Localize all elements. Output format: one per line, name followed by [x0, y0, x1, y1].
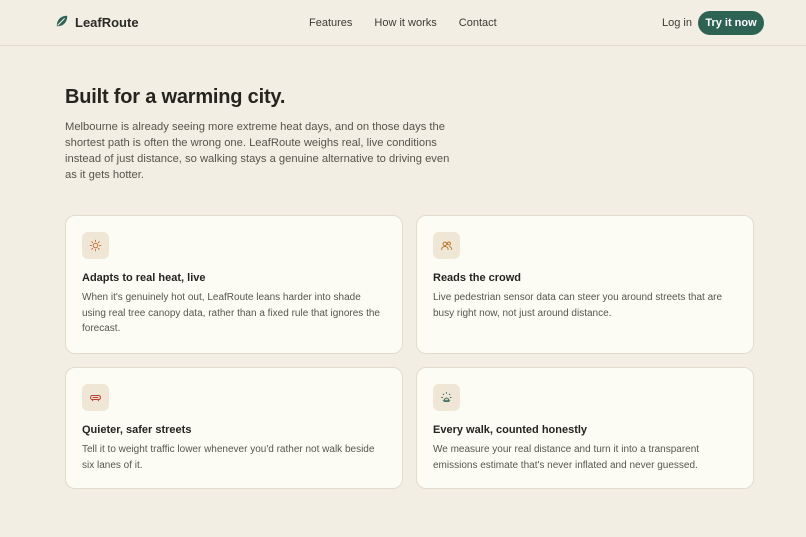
leaf-icon [55, 14, 69, 31]
nav-link-contact[interactable]: Contact [459, 17, 497, 29]
feature-card-crowd: Reads the crowd Live pedestrian sensor d… [416, 215, 754, 354]
people-icon [433, 232, 460, 259]
feature-description: We measure your real distance and turn i… [433, 444, 700, 471]
brand[interactable]: LeafRoute [55, 14, 139, 31]
feature-description: Live pedestrian sensor data can steer yo… [433, 292, 723, 319]
try-it-now-button[interactable]: Try it now [698, 11, 764, 35]
feature-title: Quieter, safer streets [82, 424, 192, 436]
page-title: Built for a warming city. [65, 86, 286, 108]
feature-description: When it's genuinely hot out, LeafRoute l… [82, 292, 380, 334]
feature-title: Reads the crowd [433, 272, 522, 284]
nav-links: Features How it works Contact [309, 17, 497, 29]
sun-icon [82, 232, 109, 259]
nav-link-features[interactable]: Features [309, 17, 352, 29]
feature-card-emissions: Every walk, counted honestly We measure … [416, 367, 754, 489]
emissions-icon [433, 384, 460, 411]
car-icon [82, 384, 109, 411]
feature-card-heat: Adapts to real heat, live When it's genu… [65, 215, 403, 354]
login-link[interactable]: Log in [662, 17, 692, 29]
brand-name: LeafRoute [75, 15, 139, 30]
feature-title: Every walk, counted honestly [433, 424, 588, 436]
feature-title: Adapts to real heat, live [82, 272, 206, 284]
feature-description: Tell it to weight traffic lower whenever… [82, 444, 375, 471]
hero-description: Melbourne is already seeing more extreme… [65, 121, 450, 181]
feature-card-streets: Quieter, safer streets Tell it to weight… [65, 367, 403, 489]
nav-link-how-it-works[interactable]: How it works [374, 17, 436, 29]
top-nav: LeafRoute Features How it works Contact … [0, 0, 806, 46]
